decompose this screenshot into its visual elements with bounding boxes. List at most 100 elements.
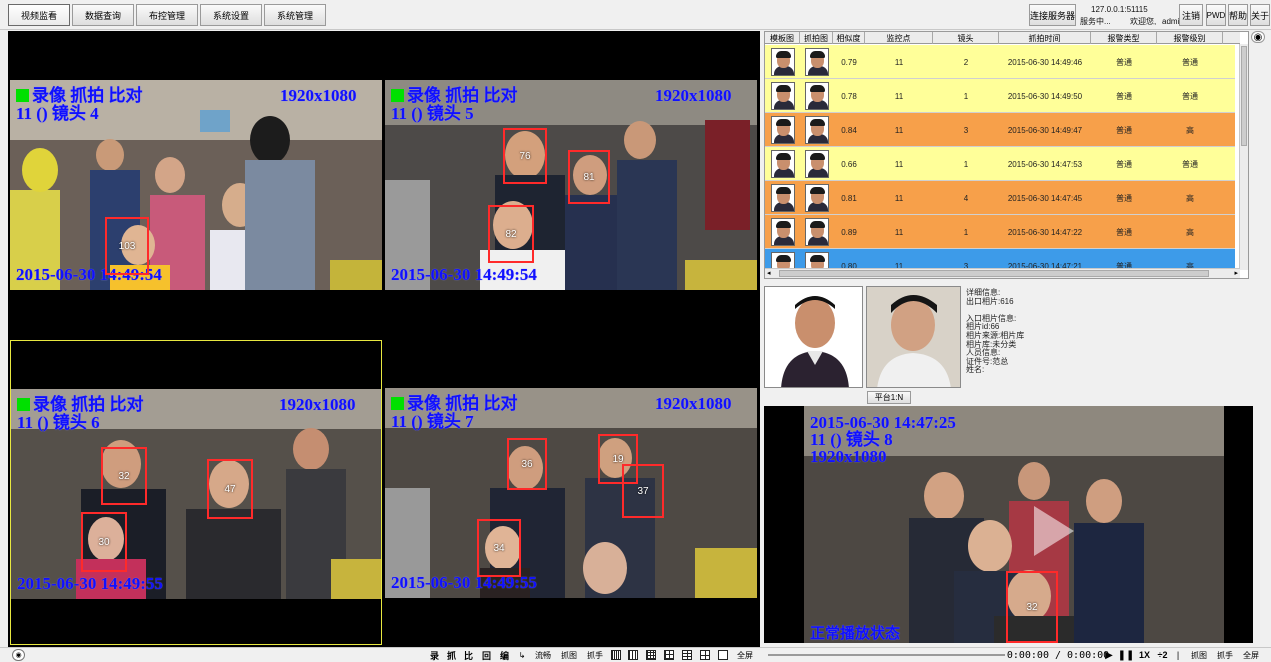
- edit-button[interactable]: 编: [498, 649, 511, 661]
- cell-point: 11: [894, 125, 904, 135]
- scroll-thumb[interactable]: [779, 270, 1209, 277]
- table-row[interactable]: 0.79 11 2 2015-06-30 14:49:46 普通 普通: [765, 45, 1235, 79]
- tab-data-query[interactable]: 数据查询: [72, 4, 134, 26]
- col-lens[interactable]: 镜头: [933, 32, 999, 44]
- scroll-thumb[interactable]: [1241, 46, 1247, 146]
- face-box[interactable]: 34: [477, 519, 521, 577]
- grid-12-icon[interactable]: [628, 650, 638, 660]
- scroll-left-icon[interactable]: ◂: [767, 269, 771, 277]
- tab-video-monitor[interactable]: 视频监看: [8, 4, 70, 26]
- pause-icon[interactable]: ❚❚: [1118, 649, 1135, 661]
- grid-6-icon[interactable]: [682, 650, 692, 660]
- cell-level: 普通: [1182, 91, 1198, 101]
- face-box[interactable]: 30: [81, 512, 127, 572]
- capture-button[interactable]: 抓: [445, 649, 458, 661]
- table-horizontal-scrollbar[interactable]: ◂ ▸: [765, 268, 1240, 278]
- col-alarm-level[interactable]: 报警级别: [1157, 32, 1223, 44]
- face-box[interactable]: 103: [105, 217, 149, 275]
- face-thumbnail[interactable]: [770, 184, 795, 212]
- pwd-button[interactable]: PWD: [1206, 4, 1226, 26]
- playback-video[interactable]: 2015-06-30 14:47:25 11 () 镜头 8 1920x1080…: [764, 406, 1253, 643]
- detail-line: 姓名:: [966, 365, 985, 375]
- template-thumbnail: [765, 113, 800, 147]
- snapshot-button[interactable]: 抓图: [558, 649, 580, 661]
- grid-16-icon[interactable]: [611, 650, 621, 660]
- compare-button[interactable]: 比: [462, 649, 475, 661]
- camera-feed-5[interactable]: 录像 抓拍 比对 11 () 镜头 5 1920x1080 2015-06-30…: [385, 80, 757, 290]
- face-thumbnail[interactable]: [770, 82, 795, 110]
- face-thumbnail[interactable]: [770, 150, 795, 178]
- speed-half-button[interactable]: ÷2: [1155, 649, 1170, 661]
- tab-system-settings[interactable]: 系统设置: [200, 4, 262, 26]
- face-thumbnail[interactable]: [804, 218, 829, 246]
- playback-fullscreen-button[interactable]: 全屏: [1240, 649, 1262, 661]
- face-thumbnail[interactable]: [770, 218, 795, 246]
- grid-4-icon[interactable]: [700, 650, 710, 660]
- cell-level: 高: [1186, 193, 1194, 203]
- camera-feed-6[interactable]: 录像 抓拍 比对 11 () 镜头 6 1920x1080 2015-06-30…: [10, 340, 382, 645]
- face-box[interactable]: 36: [507, 438, 547, 490]
- grab-button[interactable]: 抓手: [584, 649, 606, 661]
- face-box[interactable]: 32: [1006, 571, 1058, 643]
- face-box[interactable]: 32: [101, 447, 147, 505]
- playback-snapshot-button[interactable]: 抓图: [1188, 649, 1210, 661]
- entry-photo[interactable]: [866, 286, 961, 388]
- connect-server-button[interactable]: 连接服务器: [1029, 4, 1076, 26]
- table-row[interactable]: 0.84 11 3 2015-06-30 14:49:47 普通 高: [765, 113, 1235, 147]
- face-thumbnail[interactable]: [804, 116, 829, 144]
- table-option-icon[interactable]: ◉: [1251, 31, 1265, 43]
- col-capture-time[interactable]: 抓拍时间: [999, 32, 1091, 44]
- face-thumbnail[interactable]: [804, 82, 829, 110]
- face-box[interactable]: 76: [503, 128, 547, 184]
- record-button[interactable]: 录: [428, 649, 441, 661]
- playback-button[interactable]: 回: [480, 649, 493, 661]
- cell-similarity: 0.78: [841, 91, 857, 101]
- about-button[interactable]: 关于: [1250, 4, 1270, 26]
- camera-feed-4[interactable]: 录像 抓拍 比对 11 () 镜头 4 1920x1080 2015-06-30…: [10, 80, 382, 290]
- table-row[interactable]: 0.66 11 1 2015-06-30 14:47:53 普通 普通: [765, 147, 1235, 181]
- col-template[interactable]: 模板图: [765, 32, 800, 44]
- top-toolbar: 视频监看 数据查询 布控管理 系统设置 系统管理 连接服务器 127.0.0.1…: [0, 0, 1271, 30]
- table-row[interactable]: 0.89 11 1 2015-06-30 14:47:22 普通高: [765, 215, 1235, 249]
- col-similarity[interactable]: 相似度: [833, 32, 865, 44]
- face-thumbnail[interactable]: [770, 48, 795, 76]
- col-alarm-type[interactable]: 报警类型: [1091, 32, 1157, 44]
- face-box[interactable]: 37: [622, 464, 664, 518]
- fullscreen-button[interactable]: 全屏: [735, 649, 755, 661]
- grid-9-icon[interactable]: [646, 650, 656, 660]
- face-thumbnail[interactable]: [804, 150, 829, 178]
- scroll-right-icon[interactable]: ▸: [1234, 269, 1238, 277]
- platform-button[interactable]: 平台1:N: [867, 391, 911, 404]
- template-thumbnail: [765, 147, 800, 181]
- cursor-icon[interactable]: ↳: [517, 649, 527, 661]
- overlay-camera: 11 () 镜头 5: [391, 104, 474, 123]
- tab-deploy-control[interactable]: 布控管理: [136, 4, 198, 26]
- table-vertical-scrollbar[interactable]: [1239, 44, 1248, 270]
- play-icon[interactable]: ▶: [1103, 649, 1115, 661]
- table-row[interactable]: 0.81 11 4 2015-06-30 14:47:45 普通 高: [765, 181, 1235, 215]
- step-icon[interactable]: |: [1174, 649, 1182, 661]
- record-toggle-icon[interactable]: ◉: [12, 649, 25, 661]
- face-thumbnail[interactable]: [770, 116, 795, 144]
- face-box[interactable]: 47: [207, 459, 253, 519]
- playback-progress-track[interactable]: [768, 654, 1005, 656]
- cell-type: 普通: [1116, 159, 1132, 169]
- tab-system-management[interactable]: 系统管理: [264, 4, 326, 26]
- col-monitor-point[interactable]: 监控点: [865, 32, 933, 44]
- speed-1x-button[interactable]: 1X: [1137, 649, 1152, 661]
- playback-grab-button[interactable]: 抓手: [1214, 649, 1236, 661]
- camera-feed-7[interactable]: 录像 抓拍 比对 11 () 镜头 7 1920x1080 2015-06-30…: [385, 388, 757, 598]
- face-box[interactable]: 81: [568, 150, 610, 204]
- table-row[interactable]: 0.78 11 1 2015-06-30 14:49:50 普通 普通: [765, 79, 1235, 113]
- help-button[interactable]: 帮助: [1228, 4, 1248, 26]
- cell-time: 2015-06-30 14:47:45: [1007, 193, 1083, 203]
- col-snapshot[interactable]: 抓拍图: [800, 32, 833, 44]
- face-thumbnail[interactable]: [804, 184, 829, 212]
- face-box[interactable]: 82: [488, 205, 534, 263]
- grid-1-icon[interactable]: [718, 650, 728, 660]
- grid-8-icon[interactable]: [664, 650, 674, 660]
- stream-button[interactable]: 流畅: [533, 649, 553, 661]
- exit-photo[interactable]: [764, 286, 863, 388]
- face-thumbnail[interactable]: [804, 48, 829, 76]
- logout-button[interactable]: 注销: [1179, 4, 1203, 26]
